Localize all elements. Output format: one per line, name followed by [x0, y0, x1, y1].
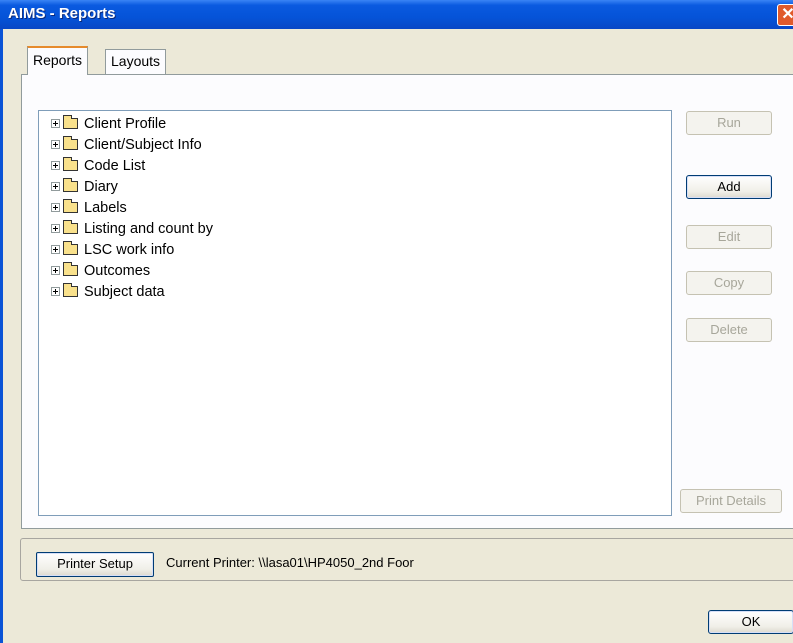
close-button[interactable]: ✕	[777, 4, 793, 26]
tree-item-label: LSC work info	[84, 241, 175, 258]
tree-item-label: Listing and count by	[84, 220, 213, 237]
copy-button[interactable]: Copy	[686, 271, 772, 295]
run-button[interactable]: Run	[686, 111, 772, 135]
tree-item-label: Outcomes	[84, 262, 151, 279]
title-bar[interactable]: AIMS - Reports ✕	[0, 0, 793, 29]
tree-item-lsc-work-info[interactable]: LSC work info	[51, 239, 174, 260]
report-tree-view[interactable]: Client Profile Client/Subject Info Code …	[38, 110, 672, 516]
tree-item-label: Subject data	[84, 283, 165, 300]
tree-item-label: Labels	[84, 199, 127, 216]
expand-icon[interactable]	[51, 140, 60, 149]
tree-item-label: Client Profile	[84, 115, 167, 132]
tree-item-client-profile[interactable]: Client Profile	[51, 113, 166, 134]
edit-button[interactable]: Edit	[686, 225, 772, 249]
add-button[interactable]: Add	[686, 175, 772, 199]
tab-layouts-label: Layouts	[111, 53, 161, 69]
expand-icon[interactable]	[51, 245, 60, 254]
tab-reports[interactable]: Reports	[27, 46, 89, 75]
expand-icon[interactable]	[51, 182, 60, 191]
tree-item-listing-and-count-by[interactable]: Listing and count by	[51, 218, 213, 239]
folder-icon	[62, 220, 78, 234]
expand-icon[interactable]	[51, 161, 60, 170]
tree-item-label: Diary	[84, 178, 118, 195]
print-details-button[interactable]: Print Details	[680, 489, 782, 513]
expand-icon[interactable]	[51, 203, 60, 212]
tree-item-client-subject-info[interactable]: Client/Subject Info	[51, 134, 202, 155]
folder-icon	[62, 115, 78, 129]
printer-setup-button[interactable]: Printer Setup	[36, 552, 154, 577]
folder-icon	[62, 283, 78, 297]
expand-icon[interactable]	[51, 266, 60, 275]
reports-window: AIMS - Reports ✕ Reports Layouts Client …	[0, 0, 793, 643]
current-printer-label: Current Printer: \\lasa01\HP4050_2nd Foo…	[166, 555, 414, 570]
folder-icon	[62, 241, 78, 255]
folder-icon	[62, 199, 78, 213]
tree-item-code-list[interactable]: Code List	[51, 155, 145, 176]
delete-button[interactable]: Delete	[686, 318, 772, 342]
folder-icon	[62, 262, 78, 276]
close-icon: ✕	[781, 6, 793, 23]
tree-item-subject-data[interactable]: Subject data	[51, 281, 165, 302]
tree-item-labels[interactable]: Labels	[51, 197, 127, 218]
tree-item-label: Code List	[84, 157, 146, 174]
folder-icon	[62, 178, 78, 192]
tree-item-outcomes[interactable]: Outcomes	[51, 260, 150, 281]
window-title: AIMS - Reports	[8, 5, 116, 22]
tree-item-label: Client/Subject Info	[84, 136, 202, 153]
folder-icon	[62, 157, 78, 171]
expand-icon[interactable]	[51, 287, 60, 296]
tab-reports-label: Reports	[33, 52, 83, 68]
tree-item-diary[interactable]: Diary	[51, 176, 118, 197]
expand-icon[interactable]	[51, 119, 60, 128]
window-border	[0, 29, 3, 643]
ok-button[interactable]: OK	[708, 610, 793, 634]
expand-icon[interactable]	[51, 224, 60, 233]
folder-icon	[62, 136, 78, 150]
tab-layouts[interactable]: Layouts	[105, 49, 167, 74]
